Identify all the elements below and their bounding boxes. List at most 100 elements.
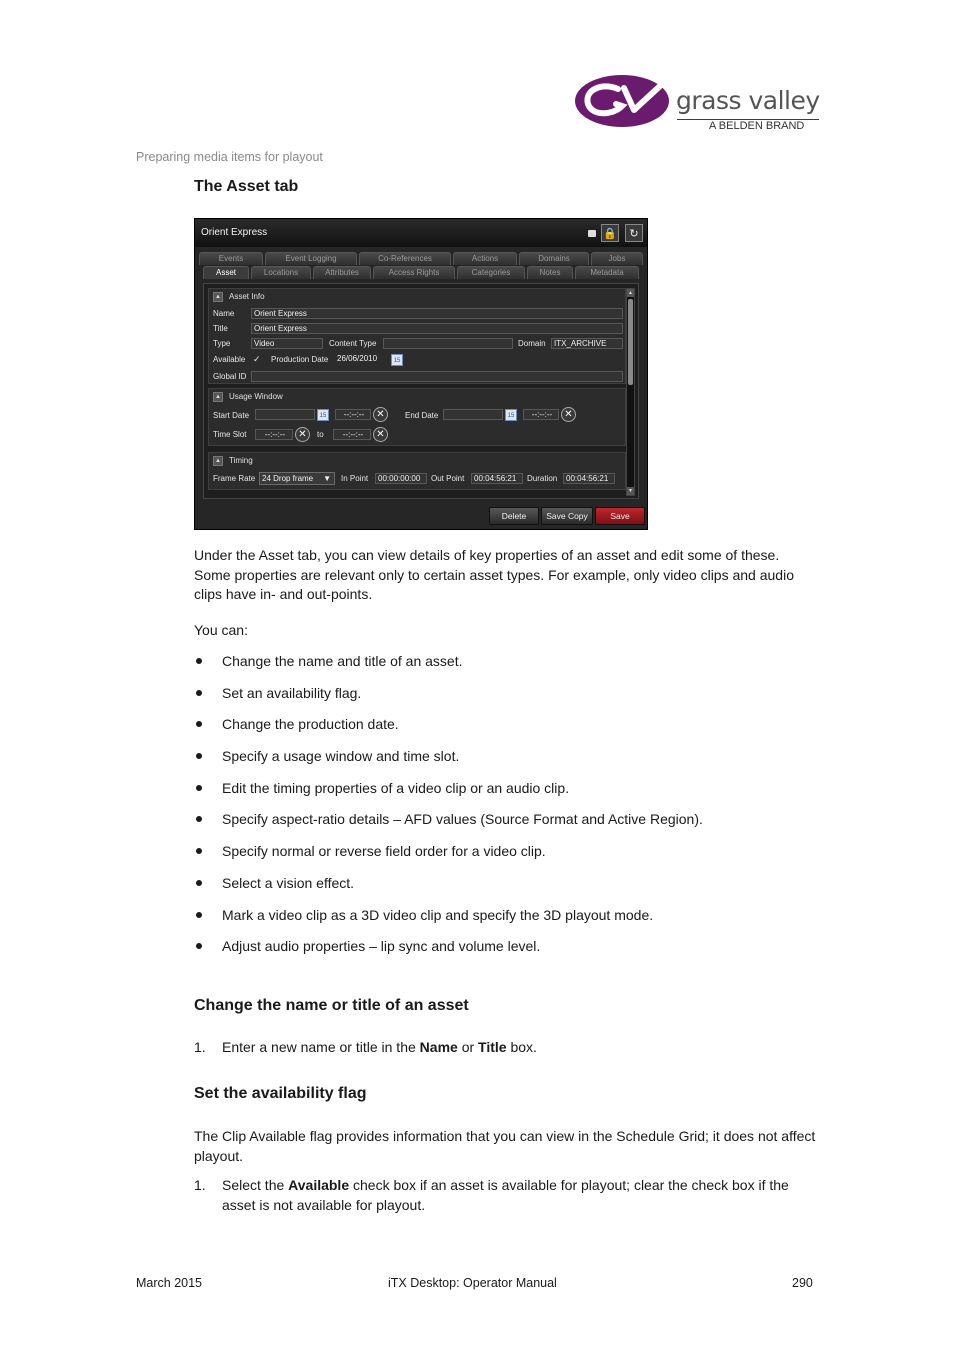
duration-label: Duration [527,474,558,483]
timing-header: Timing [229,456,253,466]
tab-jobs[interactable]: Jobs [591,252,643,265]
start-date-label: Start Date [213,411,250,420]
scrollbar[interactable]: ▲ ▼ [626,288,635,496]
save-copy-button[interactable]: Save Copy [541,507,593,525]
calendar-icon[interactable]: 15 [391,354,403,366]
you-can-text: You can: [194,622,248,638]
time-slot-start-field[interactable]: --:--:-- [255,429,293,440]
heading-asset-tab: The Asset tab [194,178,299,195]
heading-change-name: Change the name or title of an asset [194,997,469,1014]
time-slot-start-clear-icon[interactable]: ✕ [295,427,310,442]
asset-info-header: Asset Info [229,292,265,302]
start-date-calendar-icon[interactable]: 15 [317,409,329,421]
list-item: Select a vision effect. [194,874,819,906]
tab-domains[interactable]: Domains [519,252,589,265]
window-title: Orient Express [201,227,268,238]
in-point-field[interactable]: 00:00:00:00 [375,473,427,484]
collapse-icon[interactable]: ▲ [213,292,223,302]
start-clear-icon[interactable]: ✕ [373,407,388,422]
scroll-thumb[interactable] [628,299,633,385]
end-date-calendar-icon[interactable]: 15 [505,409,517,421]
global-id-field[interactable] [251,371,623,382]
type-label: Type [213,339,231,348]
name-field[interactable]: Orient Express [251,308,623,319]
tab-asset[interactable]: Asset [203,266,249,279]
scroll-up-icon[interactable]: ▲ [627,289,634,297]
domain-field[interactable]: ITX_ARCHIVE [551,338,623,349]
content-type-field[interactable] [383,338,513,349]
list-item: Change the name and title of an asset. [194,652,819,684]
list-item: Specify a usage window and time slot. [194,747,819,779]
bullet-icon [196,658,202,664]
collapse-icon[interactable]: ▲ [213,392,223,402]
intro-paragraph: Under the Asset tab, you can view detail… [194,547,794,602]
footer-title: iTX Desktop: Operator Manual [388,1276,557,1290]
list-item: Set an availability flag. [194,684,819,716]
availability-step: 1. Select the Available check box if an … [194,1177,789,1213]
available-label: Available [213,355,246,364]
tab-actions[interactable]: Actions [453,252,517,265]
refresh-icon[interactable]: ↻ [625,224,643,242]
tab-event-logging[interactable]: Event Logging [265,252,357,265]
delete-button[interactable]: Delete [489,507,539,525]
usage-window-section: ▲ Usage Window Start Date 15 --:--:-- ✕ E… [208,388,626,446]
save-button[interactable]: Save [595,507,645,525]
running-header: Preparing media items for playout [136,150,323,164]
domain-label: Domain [518,339,546,348]
lock-icon[interactable] [588,230,596,237]
frame-rate-label: Frame Rate [213,474,256,483]
in-point-label: In Point [341,474,369,483]
bullet-icon [196,943,202,950]
scroll-down-icon[interactable]: ▼ [627,487,634,495]
asset-window-screenshot: Orient Express 🔒 ↻ Events Event Logging … [194,218,648,530]
tab-access-rights[interactable]: Access Rights [373,266,455,279]
grass-valley-emblem-icon [575,75,669,127]
title-label: Title [213,324,228,333]
usage-window-header: Usage Window [229,392,283,402]
capabilities-list: Change the name and title of an asset. S… [194,652,819,969]
end-time-field[interactable]: --:--:-- [523,409,559,420]
bullet-icon [196,879,202,886]
heading-availability: Set the availability flag [194,1085,367,1102]
footer-page-number: 290 [792,1276,813,1290]
footer-date: March 2015 [136,1276,203,1290]
end-date-label: End Date [405,411,439,420]
time-slot-label: Time Slot [213,430,247,439]
tab-events[interactable]: Events [199,252,263,265]
end-date-field[interactable] [443,409,503,420]
bullet-icon [196,816,202,823]
tab-locations[interactable]: Locations [251,266,311,279]
end-clear-icon[interactable]: ✕ [561,407,576,422]
logo-brand: A BELDEN BRAND [709,120,805,132]
list-item: Edit the timing properties of a video cl… [194,779,819,811]
list-item: Change the production date. [194,715,819,747]
time-slot-end-clear-icon[interactable]: ✕ [373,427,388,442]
start-time-field[interactable]: --:--:-- [335,409,371,420]
time-slot-end-field[interactable]: --:--:-- [333,429,371,440]
chevron-down-icon: ▼ [323,474,331,483]
title-field[interactable]: Orient Express [251,323,623,334]
type-field[interactable]: Video [251,338,323,349]
production-date-field[interactable]: 26/06/2010 [335,354,387,365]
tab-categories[interactable]: Categories [457,266,525,279]
duration-field[interactable]: 00:04:56:21 [563,473,615,484]
global-id-label: Global ID [213,372,247,381]
frame-rate-value: 24 Drop frame [262,474,314,483]
window-titlebar: Orient Express 🔒 ↻ [195,219,647,247]
bullet-icon [196,721,202,728]
tab-co-references[interactable]: Co-References [359,252,451,265]
tab-notes[interactable]: Notes [527,266,573,279]
frame-rate-dropdown[interactable]: 24 Drop frame ▼ [259,472,335,485]
list-item: Adjust audio properties – lip sync and v… [194,937,819,969]
locked-folder-icon[interactable]: 🔒 [601,224,619,242]
bullet-icon [196,689,202,696]
bullet-icon [196,753,202,760]
tab-metadata[interactable]: Metadata [575,266,639,279]
out-point-field[interactable]: 00:04:56:21 [471,473,523,484]
tab-attributes[interactable]: Attributes [313,266,371,279]
available-checkbox[interactable]: ✓ [253,354,261,365]
start-date-field[interactable] [255,409,315,420]
name-label: Name [213,309,235,318]
collapse-icon[interactable]: ▲ [213,456,223,466]
content-type-label: Content Type [329,339,377,348]
